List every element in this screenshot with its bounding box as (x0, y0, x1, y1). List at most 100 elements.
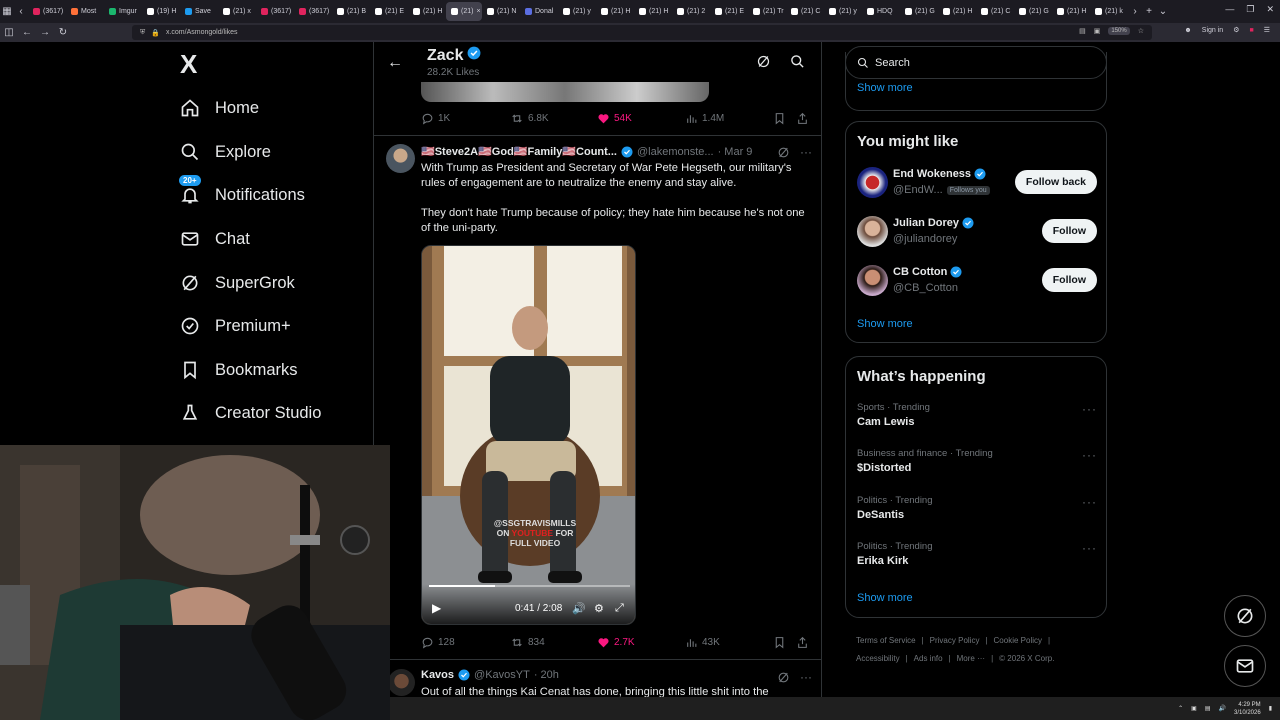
browser-tab[interactable]: (21) G (1014, 2, 1052, 21)
browser-tab[interactable]: (21) E (370, 2, 408, 21)
more-options-icon[interactable]: ··· (800, 145, 812, 159)
volume-icon[interactable]: 🔊 (572, 602, 586, 615)
nav-item-home[interactable]: Home (179, 96, 259, 120)
browser-tab[interactable]: (21) k (1090, 2, 1128, 21)
browser-tab[interactable]: (21) N (482, 2, 520, 21)
nav-item-explore[interactable]: Explore (179, 140, 271, 164)
grok-fab-button[interactable] (1224, 595, 1266, 637)
share-button[interactable] (796, 636, 809, 649)
notification-center-icon[interactable]: ▮ (1269, 705, 1272, 712)
browser-tab[interactable]: (3617) (294, 2, 332, 21)
pip-icon[interactable]: ▣ (1094, 27, 1101, 35)
show-more-link[interactable]: Show more (857, 592, 913, 604)
reader-mode-icon[interactable]: ▤ (1079, 27, 1086, 35)
back-icon[interactable]: ← (18, 27, 36, 38)
close-window-icon[interactable]: ✕ (1266, 4, 1274, 15)
zoom-level[interactable]: 150% (1108, 27, 1130, 35)
minimize-icon[interactable]: — (1225, 4, 1234, 15)
network-icon[interactable]: ▤ (1205, 705, 1211, 712)
browser-tab[interactable]: (21) y (824, 2, 862, 21)
reload-icon[interactable]: ↻ (54, 27, 72, 38)
author-handle[interactable]: @lakemonste... (637, 146, 714, 158)
account-icon[interactable]: ☻ (1184, 27, 1191, 34)
repost-button[interactable]: 6.8K (510, 112, 549, 125)
suggestion-row[interactable]: End Wokeness @EndW... Follows you Follow… (857, 166, 1097, 200)
browser-tab[interactable]: Donal (520, 2, 558, 21)
trend-item[interactable]: Politics · Trending Erika Kirk ··· (857, 541, 1097, 567)
tweet-video[interactable]: @SSGTRAVISMILLS ON YOUTUBE FOR FULL VIDE… (421, 245, 636, 625)
header-search-icon[interactable] (790, 54, 805, 74)
taskbar-clock[interactable]: 4:29 PM 3/10/2026 (1234, 701, 1261, 717)
suggestion-row[interactable]: Julian Dorey @juliandorey Follow (857, 215, 1097, 249)
browser-tab[interactable]: (3617) (28, 2, 66, 21)
more-options-icon[interactable]: ··· (800, 670, 812, 684)
cookie-link[interactable]: Cookie Policy (994, 636, 1042, 645)
author-name[interactable]: Kavos (421, 669, 454, 681)
browser-tab[interactable]: HDQ (862, 2, 900, 21)
follow-button[interactable]: Follow (1041, 268, 1097, 292)
url-bar[interactable]: ⛨ 🔒 x.com/Asmongold/likes ▤ ▣ 150% ☆ (132, 25, 1152, 40)
suggestion-avatar[interactable] (857, 216, 888, 247)
browser-tab[interactable]: (21) y (558, 2, 596, 21)
suggestion-row[interactable]: CB Cotton @CB_Cotton Follow (857, 264, 1097, 298)
grok-refresh-icon[interactable] (756, 54, 771, 74)
show-more-link[interactable]: Show more (857, 82, 913, 94)
menu-icon[interactable]: ☰ (1264, 26, 1270, 34)
browser-tab[interactable]: (21) H (1052, 2, 1090, 21)
trend-item[interactable]: Sports · Trending Cam Lewis ··· (857, 402, 1097, 428)
volume-icon[interactable]: 🔊 (1219, 705, 1226, 712)
sign-in-link[interactable]: Sign in (1202, 27, 1223, 34)
browser-tab[interactable]: Imgur (104, 2, 142, 21)
browser-tab[interactable]: (21) H (938, 2, 976, 21)
browser-tab[interactable]: (21) × (446, 2, 482, 21)
scroll-tabs-left-icon[interactable]: ‹ (14, 6, 28, 17)
browser-tab[interactable]: (21) H (408, 2, 446, 21)
trend-more-icon[interactable]: ··· (1082, 448, 1097, 462)
close-tab-icon[interactable]: × (476, 8, 480, 15)
maximize-icon[interactable]: ❐ (1246, 4, 1254, 15)
browser-tab[interactable]: (21) 2 (672, 2, 710, 21)
tray-app-icon[interactable]: ▣ (1191, 705, 1197, 712)
nav-item-notifications[interactable]: 20+ Notifications (179, 175, 305, 207)
views-button[interactable]: 1.4M (685, 112, 724, 125)
accessibility-link[interactable]: Accessibility (856, 654, 900, 663)
browser-tab[interactable]: Most (66, 2, 104, 21)
tweet-date[interactable]: · Mar 9 (718, 146, 753, 158)
browser-tab[interactable]: (21) B (332, 2, 370, 21)
nav-item-premium[interactable]: Premium+ (179, 314, 291, 338)
trend-more-icon[interactable]: ··· (1082, 541, 1097, 555)
more-link[interactable]: More ··· (957, 654, 985, 663)
privacy-link[interactable]: Privacy Policy (930, 636, 980, 645)
follow-button[interactable]: Follow (1041, 219, 1097, 243)
reply-button[interactable]: 128 (421, 636, 455, 649)
tweet-date[interactable]: · 20h (534, 669, 559, 681)
tab-list-icon[interactable]: ▦ (0, 6, 14, 17)
browser-tab[interactable]: (19) H (142, 2, 180, 21)
browser-tab[interactable]: (21) x (218, 2, 256, 21)
fullscreen-icon[interactable]: ⤢ (615, 602, 624, 615)
browser-tab[interactable]: (3617) (256, 2, 294, 21)
browser-tab[interactable]: (21) E (710, 2, 748, 21)
browser-tab[interactable]: (21) G (900, 2, 938, 21)
terms-link[interactable]: Terms of Service (856, 636, 916, 645)
tweet-author-avatar[interactable] (388, 669, 415, 696)
previous-tweet-media[interactable] (421, 82, 709, 102)
scroll-tabs-right-icon[interactable]: › (1128, 6, 1142, 17)
tray-chevron-icon[interactable]: ⌃ (1178, 705, 1183, 712)
extension-badge-icon[interactable]: ■ (1249, 27, 1253, 34)
settings-gear-icon[interactable]: ⚙ (594, 602, 604, 615)
follow-back-button[interactable]: Follow back (1014, 170, 1097, 194)
nav-item-supergrok[interactable]: SuperGrok (179, 271, 295, 295)
grok-icon[interactable] (777, 671, 790, 684)
star-icon[interactable]: ☆ (1138, 27, 1144, 35)
browser-tab[interactable]: (21) Tr (748, 2, 786, 21)
browser-tab[interactable]: (21) C (786, 2, 824, 21)
tweet-author-avatar[interactable] (386, 144, 415, 173)
trend-item[interactable]: Business and finance · Trending $Distort… (857, 448, 1097, 474)
video-progress-bar[interactable] (429, 585, 630, 587)
suggestion-avatar[interactable] (857, 167, 888, 198)
nav-item-creator-studio[interactable]: Creator Studio (179, 401, 321, 425)
reply-button[interactable]: 1K (421, 112, 450, 125)
browser-tab[interactable]: (21) C (976, 2, 1014, 21)
like-button[interactable]: 2.7K (597, 636, 635, 649)
